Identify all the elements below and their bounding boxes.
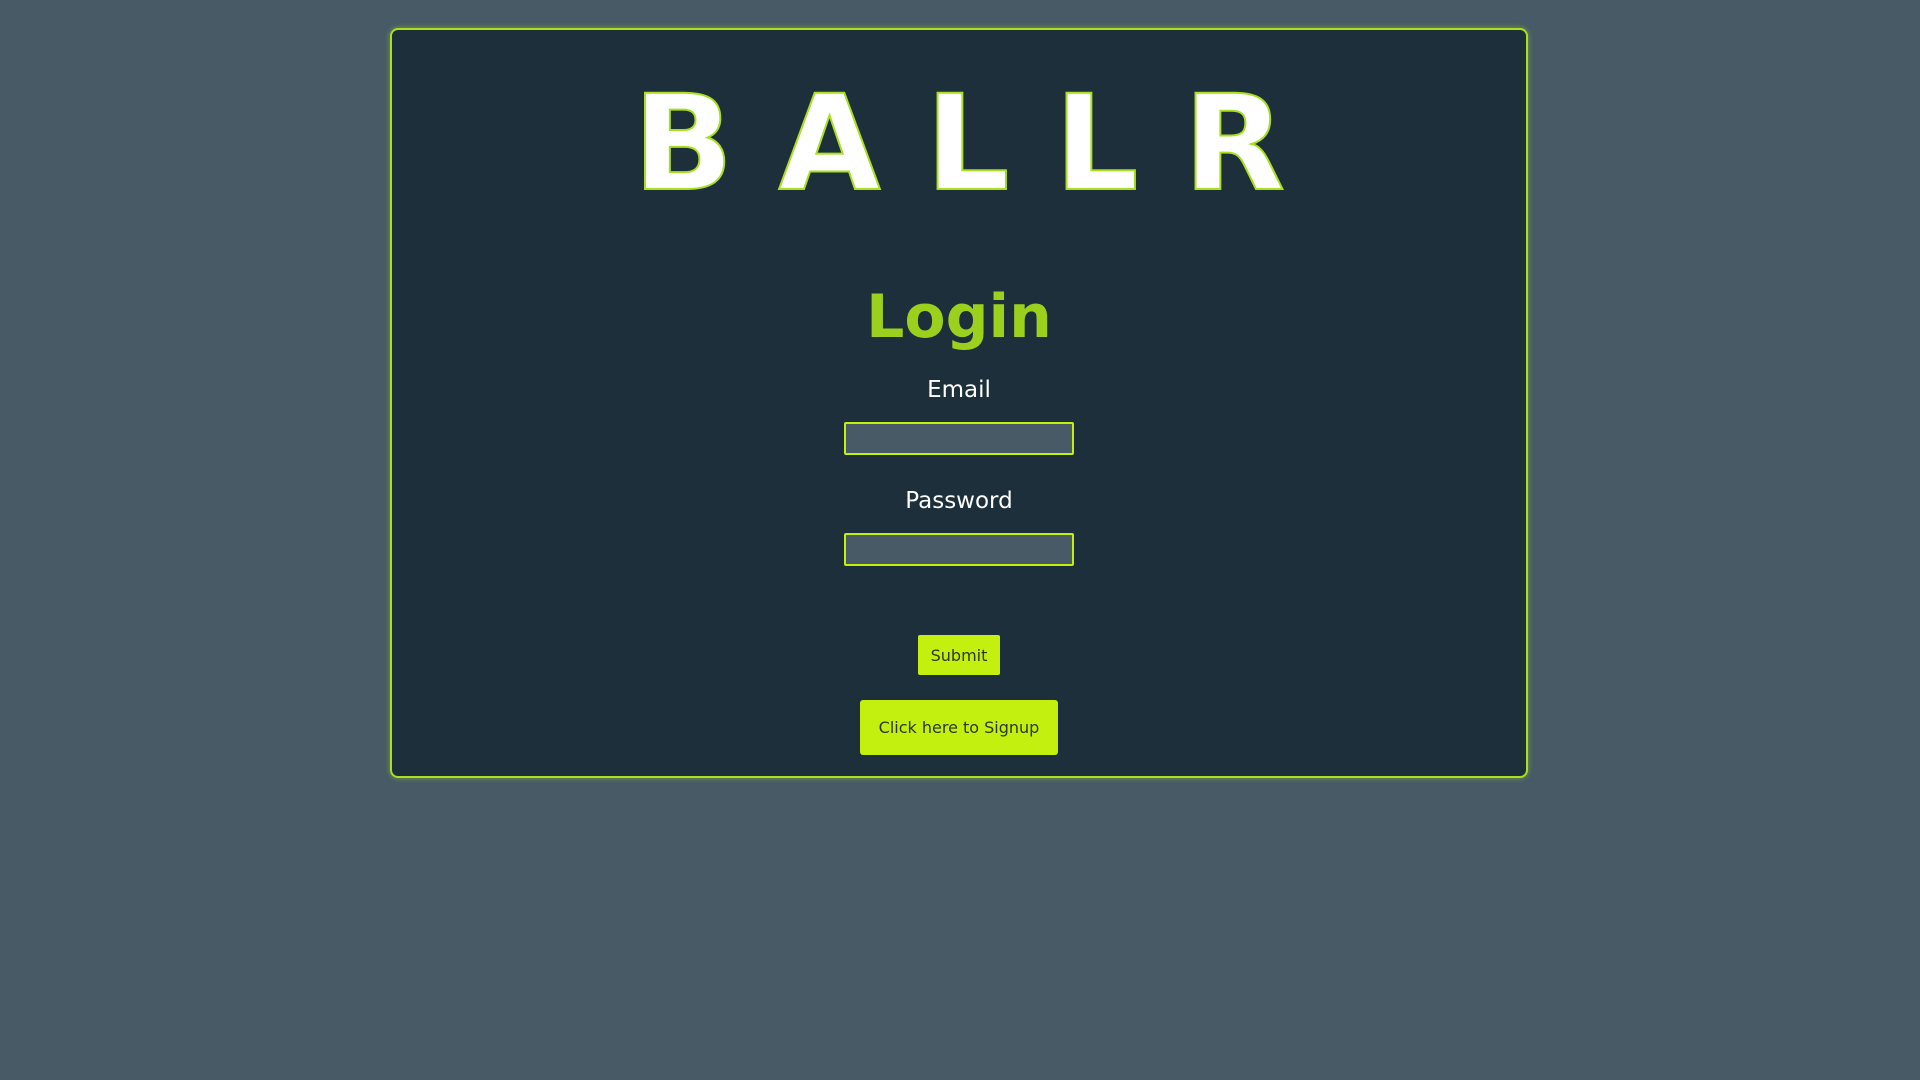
password-label: Password (905, 488, 1013, 514)
app-logo: BALLR (632, 67, 1330, 221)
password-field[interactable] (844, 533, 1074, 566)
page-title: Login (866, 282, 1052, 352)
submit-button[interactable]: Submit (917, 635, 1001, 675)
login-card: BALLR Login Email Password Submit Click … (390, 28, 1528, 778)
signup-button[interactable]: Click here to Signup (859, 700, 1059, 755)
email-label: Email (927, 377, 991, 403)
email-field[interactable] (844, 422, 1074, 455)
